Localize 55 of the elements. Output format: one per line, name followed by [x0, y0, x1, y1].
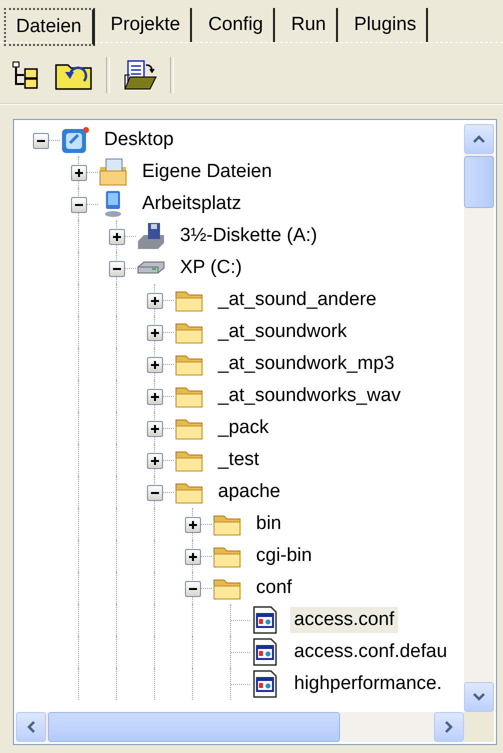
expand-button[interactable] — [185, 517, 201, 533]
collapse-button[interactable] — [71, 197, 87, 213]
collapse-button[interactable] — [109, 261, 125, 277]
scroll-left-button[interactable] — [16, 712, 46, 742]
tree-item[interactable]: Eigene Dateien — [138, 159, 276, 185]
tree-item[interactable]: cgi-bin — [252, 543, 316, 569]
horizontal-scrollbar[interactable] — [16, 712, 464, 742]
tab[interactable]: Config — [198, 8, 276, 42]
scroll-down-button[interactable] — [464, 682, 494, 712]
tree-item[interactable]: access.conf — [290, 607, 398, 633]
tab[interactable]: Projekte — [100, 8, 192, 42]
tree-item[interactable]: _at_soundwork_mp3 — [214, 351, 398, 377]
tree-item[interactable]: _at_soundwork — [214, 319, 351, 345]
floppy-drive-icon — [136, 221, 166, 251]
caret-left-icon — [26, 720, 36, 734]
tree-item[interactable]: _pack — [214, 415, 273, 441]
expand-button[interactable] — [147, 325, 163, 341]
tree-item[interactable]: XP (C:) — [176, 255, 246, 281]
collapse-button[interactable] — [147, 485, 163, 501]
tree-item[interactable]: Arbeitsplatz — [138, 191, 246, 217]
tab[interactable]: Plugins — [344, 8, 428, 42]
tree-item[interactable]: highperformance. — [290, 671, 446, 697]
expand-button[interactable] — [147, 421, 163, 437]
vertical-scrollbar[interactable] — [464, 124, 494, 712]
tree-item[interactable]: conf — [252, 575, 296, 601]
expand-button[interactable] — [147, 357, 163, 373]
collapse-button[interactable] — [33, 133, 49, 149]
desktop-icon — [60, 125, 90, 155]
tree-item[interactable]: bin — [252, 511, 286, 537]
scrollbar-corner — [464, 712, 494, 742]
scroll-right-button[interactable] — [434, 712, 464, 742]
open-document-icon[interactable] — [122, 59, 158, 91]
expand-button[interactable] — [147, 389, 163, 405]
caret-up-icon — [472, 134, 486, 144]
expand-button[interactable] — [109, 229, 125, 245]
expand-button[interactable] — [185, 549, 201, 565]
tree-item[interactable]: _at_soundworks_wav — [214, 383, 405, 409]
tree-item[interactable]: apache — [214, 479, 284, 505]
caret-right-icon — [444, 720, 454, 734]
tab[interactable]: Dateien — [4, 8, 94, 46]
caret-down-icon — [472, 692, 486, 702]
tab[interactable]: Run — [281, 8, 338, 42]
scroll-thumb[interactable] — [48, 712, 340, 742]
scroll-up-button[interactable] — [464, 124, 494, 154]
documents-folder-icon — [98, 157, 128, 187]
tree-item[interactable]: access.conf.defau — [290, 639, 452, 665]
collapse-button[interactable] — [185, 581, 201, 597]
expand-button[interactable] — [71, 165, 87, 181]
tree-item[interactable]: _test — [214, 447, 264, 473]
scroll-thumb[interactable] — [464, 156, 494, 208]
expand-button[interactable] — [147, 293, 163, 309]
expand-button[interactable] — [147, 453, 163, 469]
tree-item[interactable]: 3½-Diskette (A:) — [176, 223, 322, 249]
tree-item[interactable]: _at_sound_andere — [214, 287, 380, 313]
tree-item[interactable]: Desktop — [100, 127, 178, 153]
